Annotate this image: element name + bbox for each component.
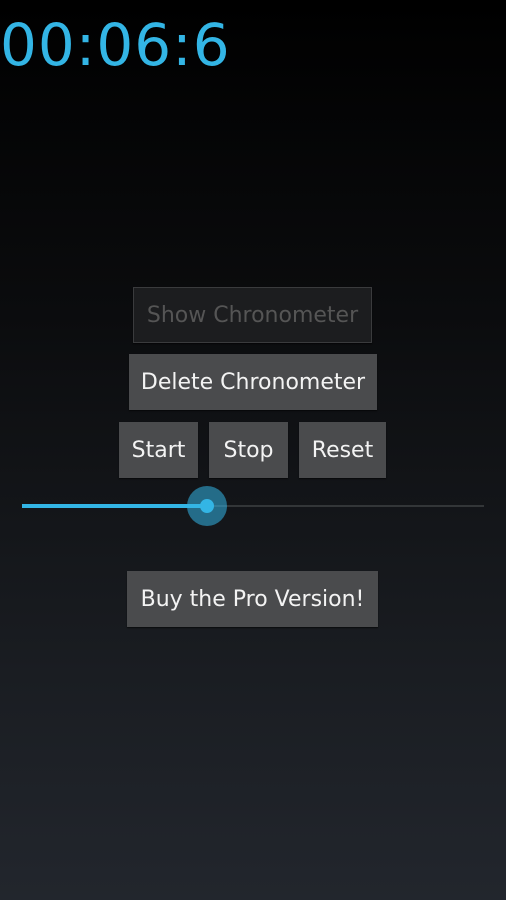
- reset-button[interactable]: Reset: [299, 422, 386, 478]
- seek-slider[interactable]: [22, 486, 484, 526]
- chronometer-display: 00:06:6: [0, 11, 231, 79]
- delete-chronometer-button[interactable]: Delete Chronometer: [129, 354, 377, 410]
- slider-thumb-dot: [199, 499, 214, 513]
- show-chronometer-button[interactable]: Show Chronometer: [133, 287, 372, 343]
- slider-progress: [22, 504, 207, 508]
- buy-pro-button[interactable]: Buy the Pro Version!: [127, 571, 378, 627]
- slider-thumb[interactable]: [186, 486, 227, 526]
- start-button[interactable]: Start: [119, 422, 198, 478]
- stop-button[interactable]: Stop: [209, 422, 288, 478]
